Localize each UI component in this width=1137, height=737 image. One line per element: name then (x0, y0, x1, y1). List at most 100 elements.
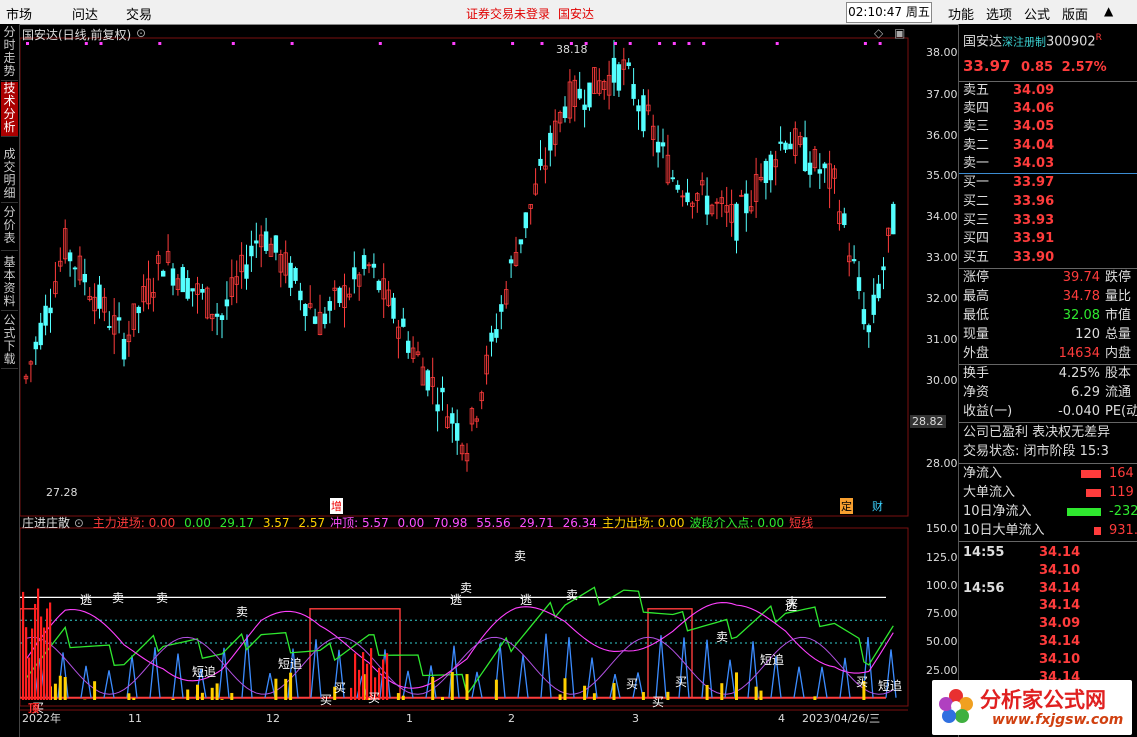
bid-row[interactable]: 买二 33.96 (963, 193, 1137, 211)
bid-row[interactable]: 买五 33.90 (963, 249, 1137, 267)
indicator-name[interactable]: 庄进庄散 (22, 516, 70, 530)
bid-row[interactable]: 买一 33.97 (963, 174, 1137, 192)
yellow-bar (63, 677, 67, 700)
marker-finance[interactable]: 财 (872, 498, 883, 514)
indicator-value: 26.34 (558, 516, 597, 530)
chart-diamond-icon[interactable]: ◇ (874, 26, 883, 40)
yellow-bar (196, 684, 199, 700)
date-label: 2 (508, 712, 515, 724)
tab-intraday[interactable]: 分时走势 (1, 26, 18, 81)
ask-label: 卖三 (963, 119, 990, 135)
ask-row[interactable]: 卖二 34.04 (963, 137, 1137, 155)
date-label: 12 (266, 712, 280, 724)
chart-canvas[interactable]: 逃逃逃逃卖 卖卖卖卖卖卖卖买买买买买买买 买短追短追 短追短追顶2022年 11 12 1 2… (20, 24, 910, 724)
spike-triangle (379, 649, 391, 698)
menu-trade[interactable]: 交易 (126, 4, 152, 23)
tick-row: 34.09 (963, 615, 1137, 633)
candle-body (170, 268, 176, 286)
signal-label: 买 (320, 693, 332, 707)
stat2-row: 换手 4.25% 股本 (963, 365, 1137, 383)
signal-label: 卖 (786, 595, 798, 609)
candle-body (72, 267, 78, 270)
candle-body (876, 283, 881, 299)
ask-row[interactable]: 卖四 34.06 (963, 100, 1137, 118)
ask-row[interactable]: 卖三 34.05 (963, 118, 1137, 136)
menu-function[interactable]: 功能 (948, 4, 974, 23)
signal-label: 短追 (878, 678, 902, 693)
login-warning[interactable]: 证券交易未登录 (466, 5, 550, 22)
bid-label: 买四 (963, 231, 990, 247)
yellow-bar (127, 693, 131, 700)
chart-settings-icon[interactable]: ⊙ (136, 26, 146, 40)
date-label: 2022年 (22, 711, 61, 724)
candle-body (312, 316, 318, 324)
stat2-value: 4.25% (1058, 366, 1100, 381)
candle-body (244, 264, 249, 279)
tick-row: 34.14 (963, 597, 1137, 615)
bid-row[interactable]: 买四 33.91 (963, 230, 1137, 248)
tab-formula-download[interactable]: 公式下载 (1, 314, 18, 369)
candle-body (807, 162, 813, 175)
indicator-settings-icon[interactable]: ⊙ (74, 516, 84, 530)
signal-label: 卖 (566, 588, 578, 602)
candle-body (778, 141, 783, 144)
candle-body (288, 262, 293, 288)
candle-body (562, 106, 568, 119)
chart-maximize-icon[interactable]: ▣ (894, 26, 905, 40)
stat-label: 外盘 (963, 346, 990, 361)
yellow-bar (396, 693, 400, 700)
signal-dot (628, 42, 632, 45)
menu-market[interactable]: 市场 (6, 4, 32, 23)
indicator-value: 主力进场: 0.00 (92, 516, 176, 530)
candle-body (802, 137, 808, 172)
main-frame (20, 37, 909, 517)
yellow-bar (754, 686, 758, 700)
tab-trades[interactable]: 成交明细 (1, 148, 18, 203)
signal-label: 短追 (760, 652, 784, 667)
bid-label: 买一 (963, 175, 990, 190)
collapse-icon[interactable]: ▲ (1104, 4, 1113, 18)
ask-row[interactable]: 卖五 34.09 (963, 82, 1137, 100)
yellow-bar (612, 683, 616, 700)
tab-technical[interactable]: 技术分析 (1, 82, 18, 137)
price-tick-label: 30.00 (926, 374, 958, 387)
bid-label: 买五 (963, 250, 990, 266)
tab-price-table[interactable]: 分价表 (1, 206, 18, 251)
red-bar (34, 603, 37, 700)
spike-triangle (793, 666, 805, 698)
indicator-value: 29.17 (215, 516, 255, 530)
signal-dot (863, 42, 867, 45)
signal-label: 卖 (156, 591, 168, 605)
tick-time: 14:56 (963, 580, 1005, 596)
menu-options[interactable]: 选项 (986, 4, 1012, 23)
red-bar (354, 653, 357, 700)
marker-increase[interactable]: 增 (330, 498, 343, 514)
signal-label: 逃 (450, 593, 462, 607)
candle-body (861, 309, 867, 325)
tab-fundamentals[interactable]: 基本资料 (1, 256, 18, 311)
price-axis: 38.00 37.00 36.00 35.00 34.00 33.00 32.00 31.00… (910, 24, 958, 724)
menu-formula[interactable]: 公式 (1024, 4, 1050, 23)
menu-wenda[interactable]: 问达 (72, 4, 98, 23)
signal-dot (511, 42, 515, 45)
candle-body (685, 192, 690, 203)
candle-body (322, 313, 328, 325)
current-date-label: 2023/04/26/三 (802, 712, 880, 724)
candle-body (352, 267, 357, 280)
tick-time: 14:55 (963, 545, 1005, 560)
ask-row[interactable]: 卖一 34.03 (963, 155, 1137, 173)
candle-body (851, 259, 857, 262)
stat-label: 涨停 (963, 270, 990, 285)
candle-body (33, 341, 38, 350)
red-bar (40, 616, 43, 700)
stat-right-label: 市值 (1105, 308, 1132, 323)
tick-row: 34.10 (963, 651, 1137, 669)
menu-layout[interactable]: 版面 (1062, 4, 1088, 23)
marker-fixed[interactable]: 定 (840, 498, 853, 514)
chart-area[interactable]: 逃逃逃逃卖卖卖卖卖卖卖卖买买买买买买买买短追 短追 短追 短追顶 2022年 11 12 1 2… (20, 24, 910, 724)
price-change-pct: 2.57% (1061, 60, 1107, 75)
site-logo: 分析家公式网 www.fxjgsw.com (932, 680, 1132, 735)
ask-price: 34.04 (1013, 137, 1055, 153)
logo-url: www.fxjgsw.com (992, 712, 1124, 728)
bid-row[interactable]: 买三 33.93 (963, 212, 1137, 230)
